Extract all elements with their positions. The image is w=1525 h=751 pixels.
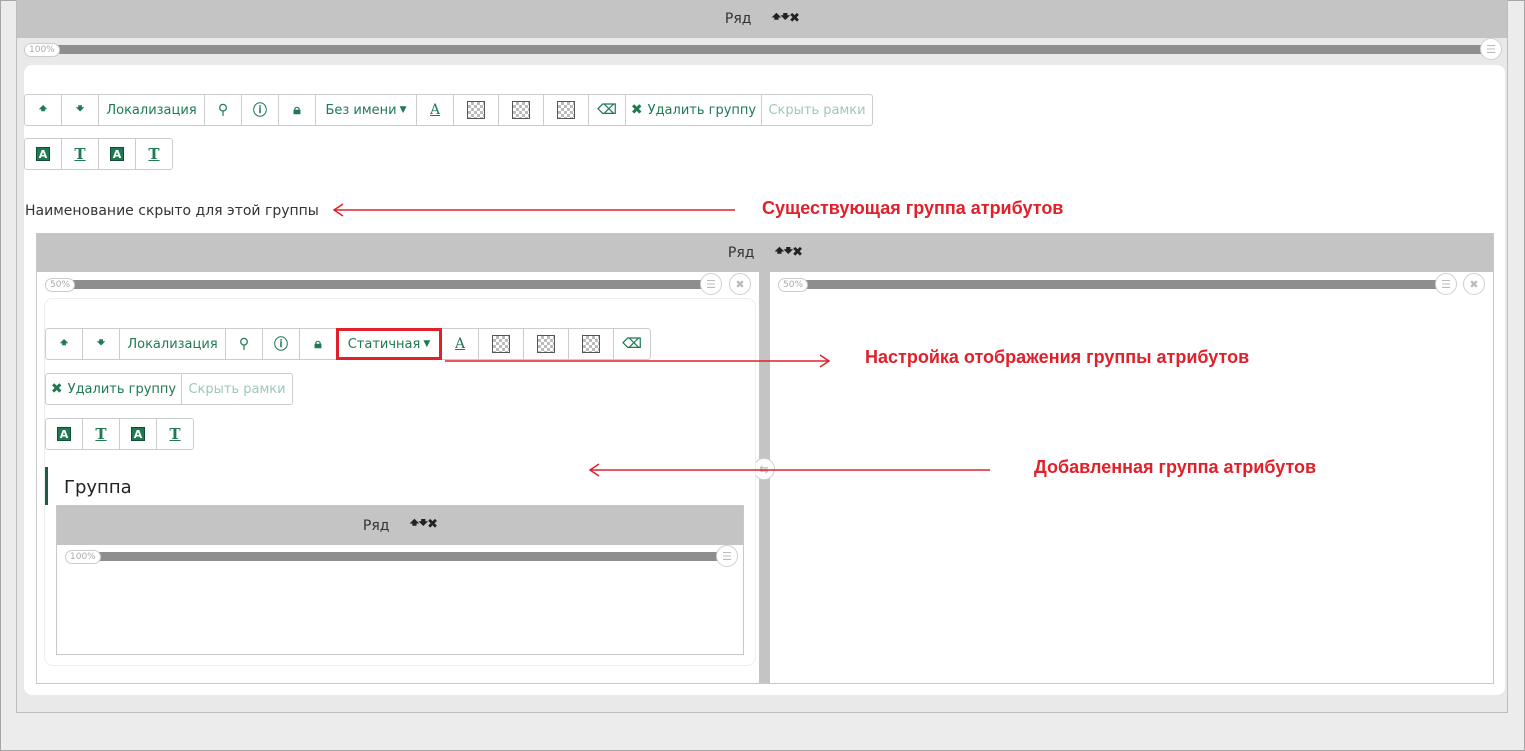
display-mode-label: Статичная	[347, 336, 421, 352]
annotation-existing-group: Существующая группа атрибутов	[762, 198, 1064, 218]
caret-down-icon: ▼	[423, 339, 431, 349]
display-mode-dropdown[interactable]: Статичная ▼	[336, 328, 442, 360]
annotation-display-settings: Настройка отображения группы атрибутов	[865, 347, 1250, 367]
annotation-arrows	[332, 203, 990, 477]
annotation-added-group: Добавленная группа атрибутов	[1034, 457, 1317, 477]
